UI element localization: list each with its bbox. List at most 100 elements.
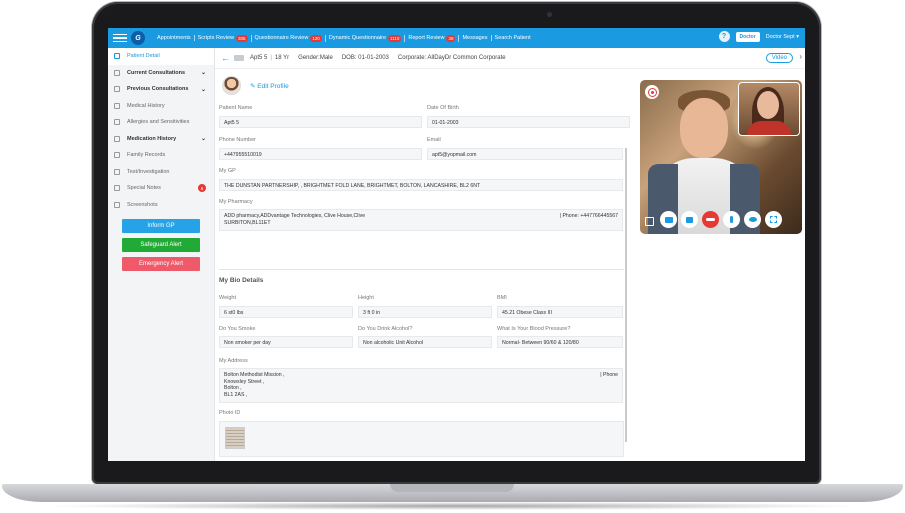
camera-switch-button[interactable]	[660, 211, 677, 228]
person-icon	[114, 53, 120, 60]
sidebar-item-test-investigation[interactable]: Test/Investigation	[108, 164, 214, 181]
nav-search-patient[interactable]: Search Patient	[492, 35, 534, 41]
help-icon[interactable]: ?	[718, 31, 730, 42]
email-field[interactable]: apt5@yopmail.com	[427, 148, 623, 160]
count-badge: 305	[236, 34, 248, 42]
sidebar: Patient Detail Current Consultations ⌄ Pr…	[108, 48, 215, 461]
weight-field[interactable]: 6 st0 lbs	[219, 306, 353, 318]
dob-field[interactable]: 01-01-2003	[427, 116, 630, 128]
back-arrow-icon[interactable]: ←	[221, 53, 230, 63]
video-icon	[686, 216, 693, 223]
chevron-right-icon[interactable]: ›	[799, 52, 802, 61]
sidebar-item-label: Test/Investigation	[127, 168, 170, 175]
mute-button[interactable]	[723, 211, 740, 228]
pharmacy-label: My Pharmacy	[219, 199, 253, 205]
photo-id-label: Photo ID	[219, 410, 241, 416]
photo-id-thumbnail[interactable]	[225, 427, 245, 449]
video-toggle-call-button[interactable]	[681, 211, 698, 228]
calendar-icon	[114, 86, 120, 93]
dob-label: Date Of Birth	[427, 105, 459, 111]
edit-profile-link[interactable]: ✎ Edit Profile	[250, 82, 289, 90]
nav-label: Messages	[462, 35, 488, 41]
sidebar-item-special-notes[interactable]: Special Notes 6	[108, 180, 214, 197]
sidebar-item-medical-history[interactable]: Medical History	[108, 98, 214, 115]
view-button[interactable]	[744, 211, 761, 228]
laptop-notch	[390, 484, 514, 492]
address-line: BL1 2AS ,	[224, 391, 248, 398]
sidebar-item-screenshots[interactable]: Screenshots	[108, 197, 214, 214]
flask-icon	[114, 168, 120, 175]
sidebar-item-current-consultations[interactable]: Current Consultations ⌄	[108, 65, 214, 82]
record-icon[interactable]	[645, 85, 659, 99]
self-view-video[interactable]	[738, 82, 800, 136]
nav-label: Questionnaire Review	[254, 35, 309, 41]
document-icon	[114, 102, 120, 109]
sidebar-item-label: Medical History	[127, 102, 165, 109]
patient-header-gender: Gender:Male	[298, 55, 333, 61]
height-field[interactable]: 3 ft 0 in	[358, 306, 492, 318]
emergency-alert-button[interactable]: Emergency Alert	[122, 257, 200, 271]
bmi-field[interactable]: 45.21 Obese Class III	[497, 306, 623, 318]
patient-header-dob: DOB: 01-01-2003	[341, 55, 389, 61]
gp-label: My GP	[219, 168, 236, 174]
nav-dynamic-questionnaire[interactable]: Dynamic Questionnaire 1110	[326, 34, 406, 42]
bp-label: What Is Your Blood Pressure?	[497, 326, 571, 332]
sidebar-item-label: Previous Consultations	[127, 86, 189, 93]
remote-video-head	[680, 98, 728, 158]
sidebar-item-label: Medication History	[127, 135, 177, 142]
gp-field[interactable]: THE DUNSTAN PARTNERSHIP, , BRIGHTMET FOL…	[219, 179, 623, 191]
video-toggle-button[interactable]: Video	[765, 53, 793, 63]
pharmacy-field[interactable]: ADD pharmacy,ADDvantage Technologies, Cl…	[219, 209, 623, 231]
address-phone: | Phone	[600, 372, 618, 378]
sidebar-item-previous-consultations[interactable]: Previous Consultations ⌄	[108, 81, 214, 98]
image-icon	[114, 201, 120, 208]
webcam-dot	[547, 12, 552, 17]
app-screen: G Appointments Scripts Review 305 Questio…	[108, 28, 805, 461]
avatar	[222, 76, 241, 95]
sidebar-item-medication-history[interactable]: Medication History ⌄	[108, 131, 214, 148]
pill-icon	[114, 135, 120, 142]
address-label: My Address	[219, 358, 248, 364]
nav-label: Search Patient	[494, 35, 531, 41]
smoke-field[interactable]: Non smoker per day	[219, 336, 353, 348]
safeguard-alert-button[interactable]: Safeguard Alert	[122, 238, 200, 252]
email-label: Email	[427, 137, 441, 143]
camera-icon	[664, 216, 673, 223]
scrollbar[interactable]	[625, 148, 627, 442]
sidebar-item-allergies[interactable]: Allergies and Sensitivities	[108, 114, 214, 131]
nav-label: Appointments	[157, 35, 191, 41]
alcohol-field[interactable]: Non alcoholic Unit Alcohol	[358, 336, 492, 348]
bp-field[interactable]: Normal- Between 90/60 & 120/80	[497, 336, 623, 348]
patient-name-label: Patient Name	[219, 105, 253, 111]
inform-gp-button[interactable]: Inform GP	[122, 219, 200, 233]
address-field[interactable]: Bolton Methodist Mission , Knowsley Stre…	[219, 368, 623, 403]
nav-report-review[interactable]: Report Review 38	[405, 34, 460, 42]
photo-id-box	[219, 421, 624, 457]
bmi-label: BMI	[497, 295, 507, 301]
menu-icon[interactable]	[113, 33, 127, 43]
nav-messages[interactable]: Messages	[459, 35, 492, 41]
patient-name-field[interactable]: Apt5 5	[219, 116, 422, 128]
calendar-icon	[114, 69, 120, 76]
app-logo[interactable]: G	[131, 31, 145, 45]
header-age: 18 Yr	[274, 55, 290, 61]
sidebar-item-label: Special Notes	[127, 185, 161, 192]
microphone-icon	[730, 216, 733, 223]
fullscreen-button[interactable]	[765, 211, 782, 228]
sidebar-item-patient-detail[interactable]: Patient Detail	[108, 48, 214, 65]
nav-questionnaire-review[interactable]: Questionnaire Review 120	[252, 34, 326, 42]
patient-header: ← Apt5 5 | 18 Yr Gender:Male DOB: 01-01-20…	[215, 48, 805, 69]
phone-field[interactable]: +447955510019	[219, 148, 422, 160]
patient-header-name: Apt5 5 | 18 Yr	[250, 55, 290, 61]
sidebar-item-family-records[interactable]: Family Records	[108, 147, 214, 164]
user-menu[interactable]: Doctor Sept ▾	[766, 34, 799, 40]
nav-scripts-review[interactable]: Scripts Review 305	[195, 34, 252, 42]
nav-appointments[interactable]: Appointments	[154, 35, 195, 41]
nav-label: Report Review	[408, 35, 445, 41]
chevron-down-icon: ⌄	[200, 86, 206, 93]
count-badge: 1110	[388, 34, 402, 42]
end-call-button[interactable]	[702, 211, 719, 228]
role-switch-button[interactable]: Doctor	[735, 31, 760, 42]
count-badge: 6	[198, 184, 206, 193]
nav-label: Scripts Review	[197, 35, 235, 41]
